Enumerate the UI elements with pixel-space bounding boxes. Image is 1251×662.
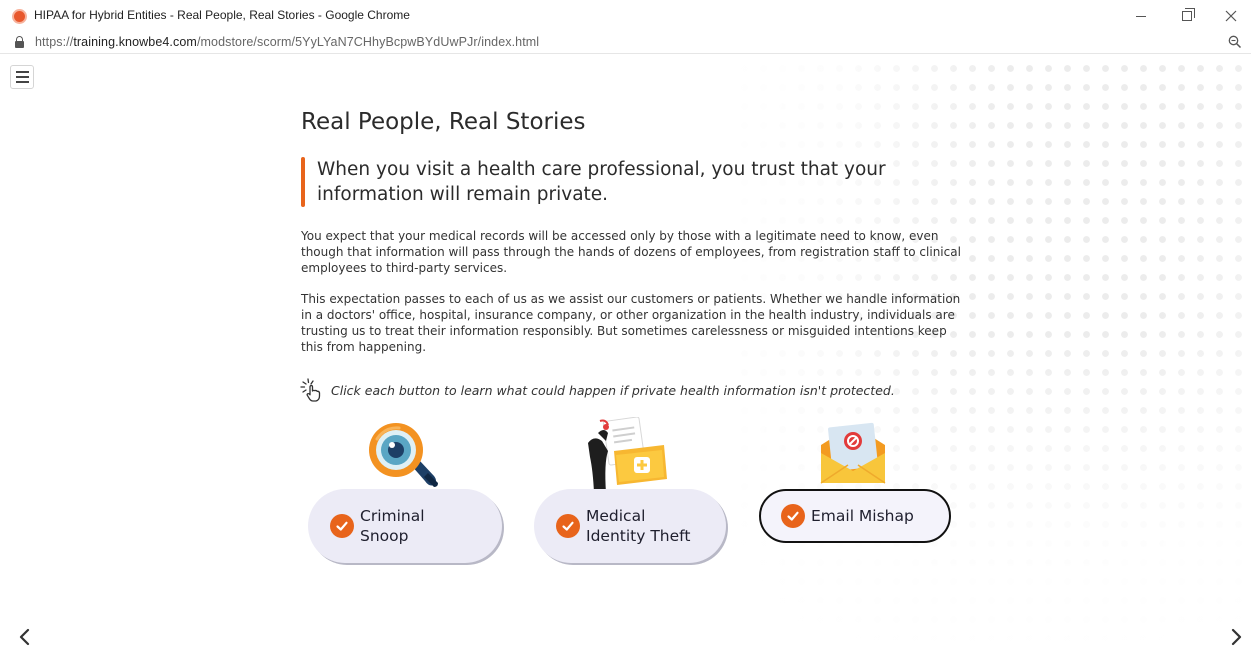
medical-folder-icon [588,417,667,493]
url-domain: training.knowbe4.com [73,35,197,49]
checkmark-icon [556,514,580,538]
body-paragraph-2: This expectation passes to each of us as… [301,292,961,354]
magnifying-glass-eye-icon [369,423,438,487]
previous-slide-button[interactable] [12,625,36,649]
window-title: HIPAA for Hybrid Entities - Real People,… [34,8,410,22]
label-line-1: Criminal [360,507,425,525]
criminal-snoop-label: Criminal Snoop [360,506,425,546]
favicon-icon [12,9,27,24]
pull-quote: When you visit a health care professiona… [317,159,886,205]
criminal-snoop-button[interactable]: Criminal Snoop [308,489,502,563]
url-scheme: https:// [35,35,74,49]
email-mishap-label: Email Mishap [811,507,914,525]
body-paragraph-1: You expect that your medical records wil… [301,229,961,275]
checkmark-icon [781,504,805,528]
email-envelope-icon [820,422,886,484]
label-line-2: Snoop [360,527,409,545]
click-hand-icon [300,378,321,402]
medical-identity-theft-button[interactable]: Medical Identity Theft [534,489,726,563]
next-slide-button[interactable] [1225,625,1249,649]
zoom-icon[interactable] [1228,35,1242,49]
url-path: /modstore/scorm/5YyLYaN7CHhyBcpwBYdUwPJr… [196,35,540,49]
page-title: Real People, Real Stories [301,109,586,135]
close-button[interactable] [1208,2,1251,30]
browser-title-bar: HIPAA for Hybrid Entities - Real People,… [0,0,1251,32]
course-page: Real People, Real Stories When you visit… [0,55,1251,662]
label-line-1: Medical [586,507,646,525]
quote-accent-bar [301,157,305,207]
label-line-2: Identity Theft [586,527,691,545]
close-icon [1225,10,1237,22]
hamburger-menu-icon[interactable] [10,65,34,89]
lock-icon [15,36,24,48]
minimize-button[interactable] [1118,2,1164,30]
instruction-text: Click each button to learn what could ha… [331,383,895,398]
email-mishap-button[interactable]: Email Mishap [759,489,951,543]
address-bar[interactable]: https://training.knowbe4.com/modstore/sc… [0,32,1251,54]
chevron-right-icon [1231,628,1242,646]
chevron-left-icon [19,628,30,646]
checkmark-icon [330,514,354,538]
url-text[interactable]: https://training.knowbe4.com/modstore/sc… [35,35,539,49]
medical-identity-theft-label: Medical Identity Theft [586,506,690,546]
restore-button[interactable] [1164,2,1210,30]
background-fade-bottom [731,55,1251,662]
